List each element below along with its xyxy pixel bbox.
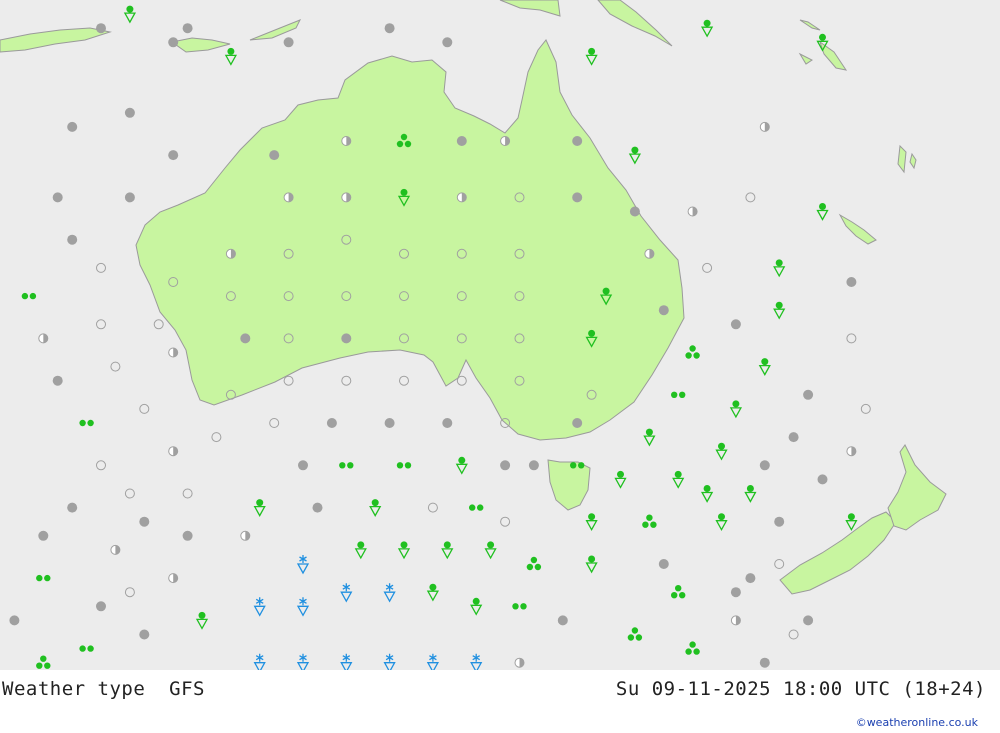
overcast-symbol bbox=[528, 460, 539, 471]
overcast-symbol bbox=[240, 333, 251, 344]
overcast-symbol bbox=[139, 629, 150, 640]
overcast-symbol bbox=[759, 657, 770, 668]
valid-time: Su 09-11-2025 18:00 UTC (18+24) bbox=[615, 678, 986, 700]
partly-symbol bbox=[168, 573, 179, 584]
overcast-symbol bbox=[572, 192, 583, 203]
overcast-symbol bbox=[442, 37, 453, 48]
partly-symbol bbox=[644, 248, 655, 259]
overcast-symbol bbox=[139, 516, 150, 527]
overcast-symbol bbox=[803, 615, 814, 626]
overcast-symbol bbox=[182, 530, 193, 541]
overcast-symbol bbox=[759, 460, 770, 471]
partly-symbol bbox=[514, 657, 525, 668]
overcast-symbol bbox=[124, 107, 135, 118]
overcast-symbol bbox=[788, 432, 799, 443]
overcast-symbol bbox=[456, 136, 467, 146]
overcast-symbol bbox=[67, 502, 78, 513]
overcast-symbol bbox=[312, 502, 323, 513]
overcast-symbol bbox=[96, 23, 106, 34]
overcast-symbol bbox=[52, 375, 63, 386]
overcast-symbol bbox=[9, 615, 20, 626]
overcast-symbol bbox=[557, 615, 568, 626]
partly-symbol bbox=[730, 615, 741, 626]
overcast-symbol bbox=[52, 192, 63, 203]
overcast-symbol bbox=[745, 573, 756, 584]
overcast-symbol bbox=[817, 474, 828, 485]
partly-symbol bbox=[38, 333, 49, 344]
map-title: Weather type bbox=[2, 678, 146, 700]
overcast-symbol bbox=[658, 305, 669, 316]
overcast-symbol bbox=[124, 192, 135, 203]
partly-symbol bbox=[687, 206, 698, 217]
partly-symbol bbox=[846, 446, 857, 457]
map-title-row: Weather type GFS bbox=[2, 678, 205, 700]
overcast-symbol bbox=[269, 150, 280, 161]
overcast-symbol bbox=[730, 587, 741, 598]
overcast-symbol bbox=[96, 601, 106, 612]
overcast-symbol bbox=[298, 460, 308, 471]
overcast-symbol bbox=[658, 559, 669, 569]
overcast-symbol bbox=[168, 37, 179, 48]
partly-symbol bbox=[168, 347, 179, 358]
overcast-symbol bbox=[38, 530, 49, 541]
overcast-symbol bbox=[341, 333, 352, 344]
overcast-symbol bbox=[384, 418, 395, 428]
partly-symbol bbox=[341, 192, 352, 203]
partly-symbol bbox=[240, 530, 251, 541]
partly-symbol bbox=[341, 136, 352, 146]
overcast-symbol bbox=[803, 389, 814, 400]
partly-symbol bbox=[283, 192, 294, 203]
partly-symbol bbox=[110, 544, 121, 555]
partly-symbol bbox=[168, 446, 179, 457]
overcast-symbol bbox=[572, 418, 583, 428]
overcast-symbol bbox=[500, 460, 511, 471]
overcast-symbol bbox=[384, 23, 395, 34]
model-name: GFS bbox=[169, 678, 205, 700]
partly-symbol bbox=[225, 248, 236, 259]
partly-symbol bbox=[456, 192, 467, 203]
overcast-symbol bbox=[326, 418, 337, 428]
overcast-symbol bbox=[774, 516, 785, 527]
overcast-symbol bbox=[629, 206, 640, 217]
credit-link[interactable]: ©weatheronline.co.uk bbox=[856, 716, 978, 729]
overcast-symbol bbox=[846, 277, 857, 287]
partly-symbol bbox=[500, 136, 511, 146]
overcast-symbol bbox=[168, 150, 179, 161]
overcast-symbol bbox=[67, 234, 78, 245]
partly-symbol bbox=[759, 121, 770, 132]
overcast-symbol bbox=[67, 121, 78, 132]
overcast-symbol bbox=[572, 136, 583, 146]
overcast-symbol bbox=[442, 418, 453, 428]
overcast-symbol bbox=[182, 23, 193, 34]
overcast-symbol bbox=[283, 37, 294, 48]
overcast-symbol bbox=[730, 319, 741, 330]
weather-map bbox=[0, 0, 1000, 670]
